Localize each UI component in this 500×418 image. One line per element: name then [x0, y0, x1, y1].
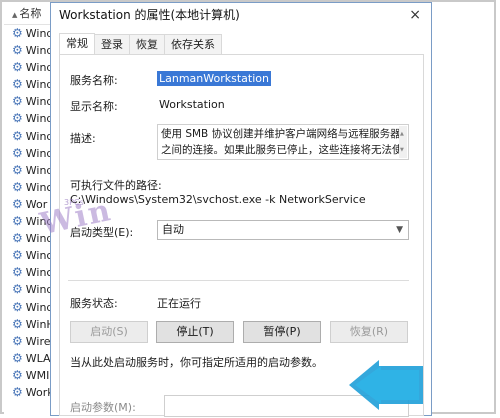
service-gear-icon: ⚙	[12, 179, 23, 194]
service-status-value: 正在运行	[157, 297, 201, 310]
service-gear-icon: ⚙	[12, 128, 23, 143]
pause-button[interactable]: 暂停(P)	[243, 321, 321, 343]
service-gear-icon: ⚙	[12, 77, 23, 92]
service-gear-icon: ⚙	[12, 111, 23, 126]
exe-path-value: C:\Windows\System32\svchost.exe -k Netwo…	[70, 193, 366, 206]
service-gear-icon: ⚙	[12, 231, 23, 246]
service-gear-icon: ⚙	[12, 384, 23, 399]
service-gear-icon: ⚙	[12, 43, 23, 58]
dialog-titlebar[interactable]: Workstation 的属性(本地计算机) ×	[51, 3, 431, 27]
service-gear-icon: ⚙	[12, 196, 23, 211]
display-name-value: Workstation	[159, 98, 225, 111]
service-gear-icon: ⚙	[12, 248, 23, 263]
tab-bar: 常规 登录 恢复 依存关系	[59, 33, 222, 54]
description-box[interactable]: 使用 SMB 协议创建并维护客户端网络与远程服务器之间的连接。如果此服务已停止，…	[157, 124, 409, 160]
dialog-title: Workstation 的属性(本地计算机)	[59, 8, 240, 22]
close-icon[interactable]: ×	[409, 3, 421, 27]
tab-recovery[interactable]: 恢复	[129, 34, 165, 54]
start-button[interactable]: 启动(S)	[70, 321, 148, 343]
service-list-item-label: WMI	[25, 368, 50, 382]
service-gear-icon: ⚙	[12, 350, 23, 365]
chevron-down-icon: ▼	[396, 225, 403, 235]
service-gear-icon: ⚙	[12, 214, 23, 229]
service-list-item-label: Winc	[25, 266, 53, 280]
service-gear-icon: ⚙	[12, 145, 23, 160]
service-gear-icon: ⚙	[12, 26, 23, 40]
services-header-label: 名称	[19, 7, 42, 20]
service-gear-icon: ⚙	[12, 367, 23, 382]
section-divider	[68, 280, 409, 281]
description-label: 描述:	[70, 132, 96, 145]
exe-path-label: 可执行文件的路径:	[70, 179, 162, 192]
pointer-arrow-icon	[349, 360, 423, 410]
service-gear-icon: ⚙	[12, 94, 23, 109]
service-gear-icon: ⚙	[12, 282, 23, 297]
tab-general[interactable]: 常规	[59, 33, 95, 54]
service-list-item-label: Winc	[25, 249, 53, 263]
service-gear-icon: ⚙	[12, 60, 23, 75]
display-name-label: 显示名称:	[70, 100, 118, 113]
startup-type-select[interactable]: 自动 ▼	[157, 220, 409, 240]
service-gear-icon: ⚙	[12, 265, 23, 280]
resume-button[interactable]: 恢复(R)	[330, 321, 408, 343]
service-list-item-label: Winc	[25, 180, 53, 194]
start-params-hint: 当从此处启动服务时，你可指定所适用的启动参数。	[70, 356, 323, 369]
service-gear-icon: ⚙	[12, 299, 23, 314]
stop-button[interactable]: 停止(T)	[156, 321, 234, 343]
service-gear-icon: ⚙	[12, 333, 23, 348]
service-name-value[interactable]: LanmanWorkstation	[157, 71, 271, 86]
tab-logon[interactable]: 登录	[94, 34, 130, 54]
photo-frame: ▲ 名称 ⚙ Wind ⚙ Wind ⚙ Wind ⚙ Wind ⚙ Wind ⚙ Wind ⚙ Wind ⚙…	[0, 0, 496, 417]
service-gear-icon: ⚙	[12, 162, 23, 177]
startup-type-value: 自动	[162, 223, 184, 236]
service-name-label: 服务名称:	[70, 74, 118, 87]
description-scrollbar[interactable]	[399, 126, 407, 158]
start-params-label: 启动参数(M):	[70, 401, 136, 414]
description-text: 使用 SMB 协议创建并维护客户端网络与远程服务器之间的连接。如果此服务已停止，…	[161, 128, 403, 156]
service-gear-icon: ⚙	[12, 316, 23, 331]
tab-dependencies[interactable]: 依存关系	[164, 34, 222, 54]
sort-arrow-icon: ▲	[12, 11, 18, 19]
service-status-label: 服务状态:	[70, 297, 118, 310]
